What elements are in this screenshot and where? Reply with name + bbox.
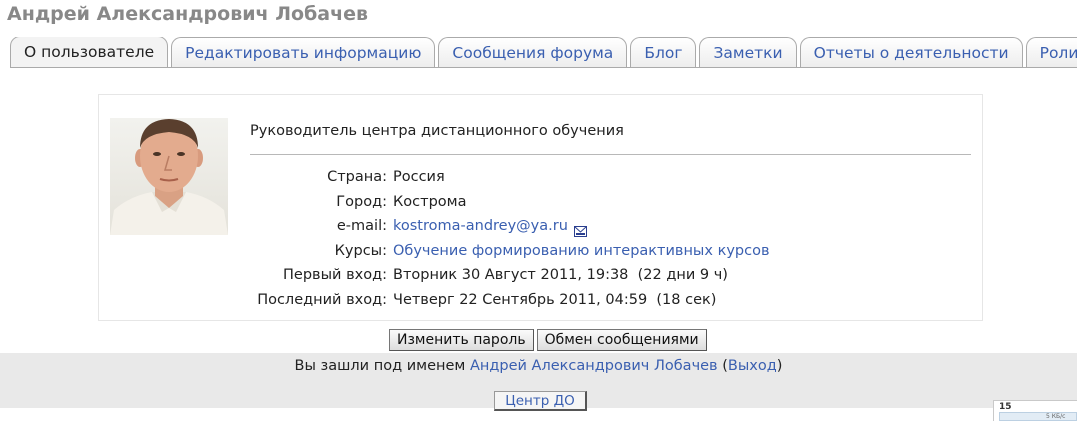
info-row-first-login: Первый вход: Вторник 30 Август 2011, 19:…	[99, 263, 984, 288]
logout-link[interactable]: Выход	[728, 358, 777, 374]
country-value: Россия	[393, 169, 445, 185]
info-row-city: Город: Кострома	[99, 190, 984, 215]
profile-tabs: О пользователе Редактировать информацию …	[10, 37, 1077, 68]
close-paren: )	[776, 358, 783, 374]
profile-actions: Изменить пароль Обмен сообщениями	[389, 329, 707, 351]
last-login-value: Четверг 22 Сентябрь 2011, 04:59 (18 сек)	[393, 291, 717, 308]
info-row-last-login: Последний вход: Четверг 22 Сентябрь 2011…	[99, 288, 984, 313]
user-name-link[interactable]: Андрей Александрович Лобачев	[470, 358, 718, 374]
tab-activity-reports[interactable]: Отчеты о деятельности	[799, 37, 1023, 67]
info-row-courses: Курсы: Обучение формированию интерактивн…	[99, 239, 984, 264]
city-label: Город:	[336, 193, 387, 210]
tab-forum-posts[interactable]: Сообщения форума	[438, 37, 628, 67]
info-row-email: e-mail: kostroma-andrey@ya.ru	[99, 214, 984, 239]
courses-value: Обучение формированию интерактивных курс…	[393, 239, 770, 263]
tab-profile[interactable]: О пользователе	[10, 37, 169, 67]
login-info: Вы зашли под именем Андрей Александрович…	[0, 358, 1077, 374]
page-title: Андрей Александрович Лобачев	[7, 3, 369, 25]
email-label: e-mail:	[336, 218, 387, 234]
tab-blog[interactable]: Блог	[630, 37, 697, 67]
courses-label: Курсы:	[334, 242, 387, 259]
user-profile-box: Руководитель центра дистанционного обуче…	[98, 94, 983, 321]
last-login-label: Последний вход:	[257, 291, 387, 308]
messaging-button[interactable]: Обмен сообщениями	[536, 329, 707, 351]
email-value: kostroma-andrey@ya.ru	[393, 214, 587, 238]
corner-number: 15	[999, 402, 1012, 412]
home-button[interactable]: Центр ДО	[494, 391, 587, 411]
logged-in-text: Вы зашли под именем	[294, 358, 466, 374]
email-link[interactable]: kostroma-andrey@ya.ru	[393, 214, 568, 238]
corner-text: 5 КБ/с	[1046, 413, 1066, 420]
tab-roles[interactable]: Роли	[1025, 37, 1077, 67]
page-footer: Вы зашли под именем Андрей Александрович…	[0, 353, 1077, 411]
corner-widget: 15 5 КБ/с	[993, 400, 1077, 421]
first-login-value: Вторник 30 Август 2011, 19:38 (22 дни 9 …	[393, 267, 728, 283]
first-login-label: Первый вход:	[283, 267, 387, 283]
envelope-icon[interactable]	[573, 221, 587, 237]
user-description: Руководитель центра дистанционного обуче…	[250, 123, 624, 139]
city-value: Кострома	[393, 193, 467, 210]
course-link[interactable]: Обучение формированию интерактивных курс…	[393, 239, 770, 263]
tab-notes[interactable]: Заметки	[699, 37, 797, 67]
tab-edit-profile[interactable]: Редактировать информацию	[171, 37, 436, 67]
user-info-list: Страна: Россия Город: Кострома e-mail: k…	[99, 165, 984, 312]
divider	[250, 154, 971, 155]
change-password-button[interactable]: Изменить пароль	[389, 329, 534, 351]
country-label: Страна:	[327, 169, 387, 185]
info-row-country: Страна: Россия	[99, 165, 984, 190]
